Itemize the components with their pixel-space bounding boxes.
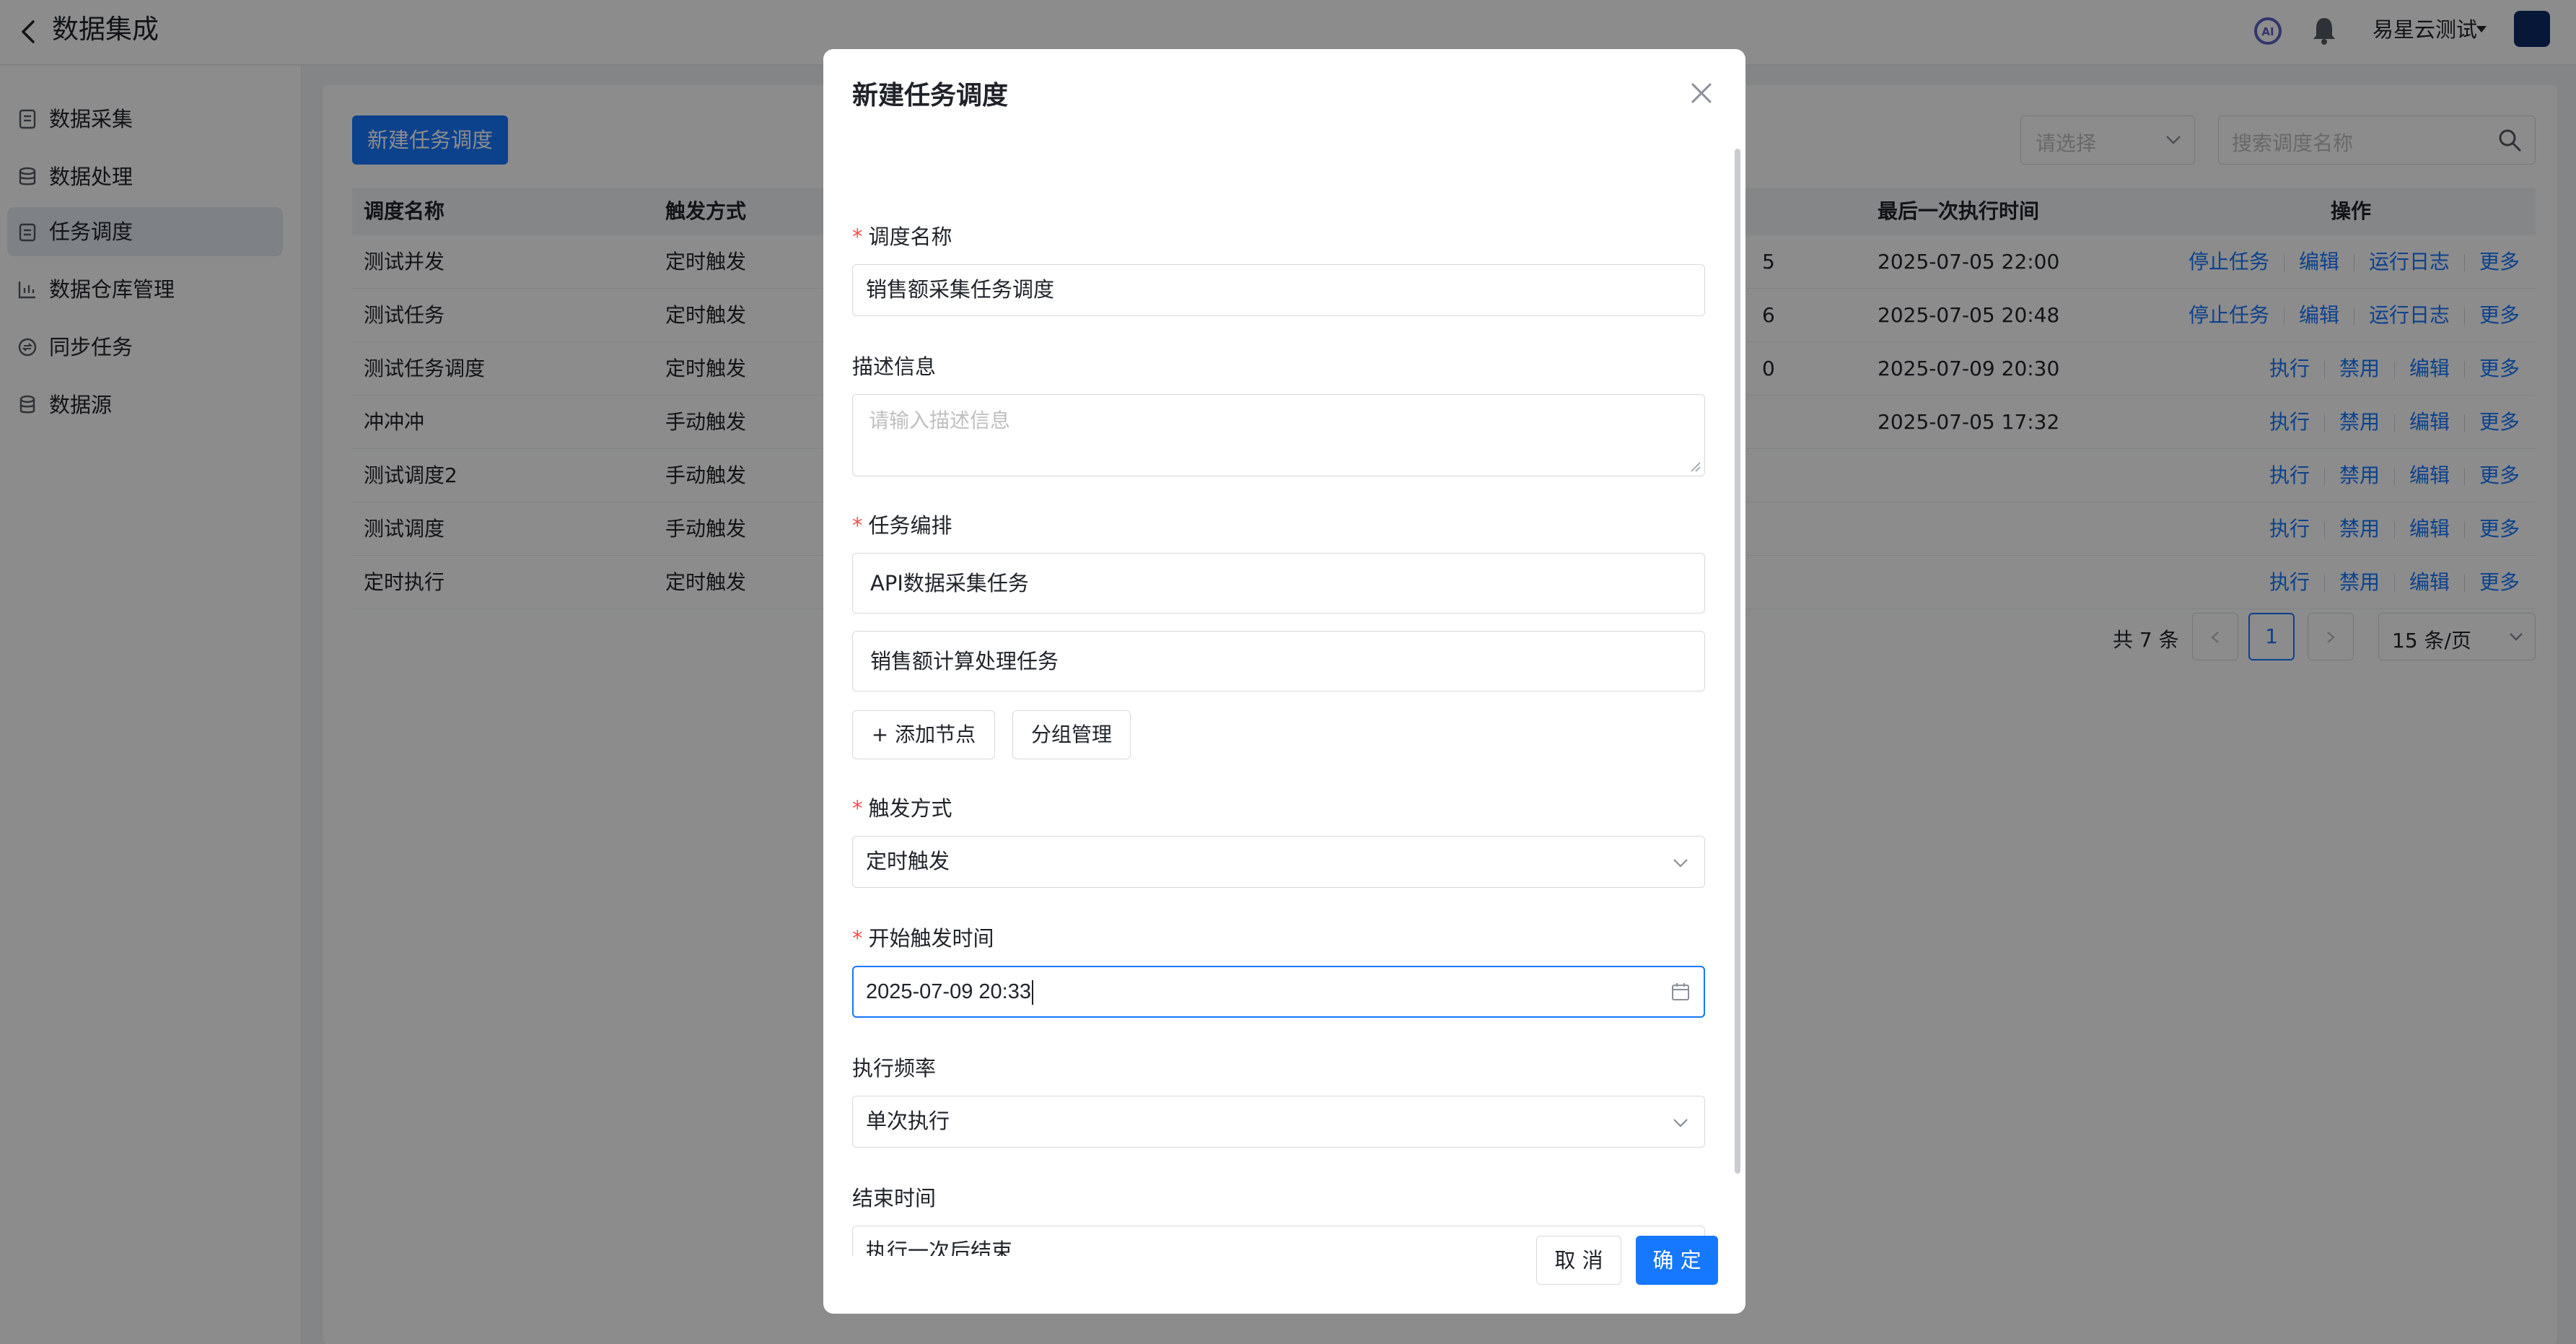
calendar-icon[interactable] bbox=[1670, 982, 1691, 1002]
chevron-down-icon bbox=[1673, 1119, 1688, 1127]
field-label-start-time: * 开始触发时间 bbox=[852, 926, 994, 951]
task-node[interactable]: API数据采集任务 bbox=[852, 553, 1705, 614]
frequency-select-value: 单次执行 bbox=[866, 1110, 950, 1133]
field-label-description: 描述信息 bbox=[852, 354, 937, 379]
required-mark: * bbox=[852, 926, 863, 951]
confirm-button[interactable]: 确 定 bbox=[1636, 1236, 1718, 1285]
modal-body: * 调度名称 销售额采集任务调度 描述信息 请输入描述信息 * 任务编排 API数据… bbox=[823, 143, 1745, 1256]
start-time-value: 2025-07-09 20:33 bbox=[866, 980, 1031, 1003]
description-textarea[interactable]: 请输入描述信息 bbox=[852, 394, 1705, 476]
modal-scrollbar[interactable] bbox=[1735, 149, 1740, 1174]
field-label-end-time: 结束时间 bbox=[852, 1186, 937, 1210]
add-node-button[interactable]: + 添加节点 bbox=[852, 710, 995, 759]
text-cursor bbox=[1031, 980, 1033, 1005]
plus-icon: + bbox=[871, 723, 889, 746]
cancel-button[interactable]: 取 消 bbox=[1536, 1236, 1621, 1285]
start-time-input[interactable]: 2025-07-09 20:33 bbox=[852, 966, 1705, 1018]
frequency-select[interactable]: 单次执行 bbox=[852, 1096, 1705, 1148]
resize-handle-icon[interactable] bbox=[1690, 461, 1701, 473]
schedule-name-input[interactable]: 销售额采集任务调度 bbox=[852, 264, 1705, 316]
group-manage-button[interactable]: 分组管理 bbox=[1012, 710, 1131, 759]
field-label-name: * 调度名称 bbox=[852, 224, 952, 249]
trigger-select-value: 定时触发 bbox=[866, 850, 950, 873]
close-icon[interactable] bbox=[1689, 81, 1714, 105]
new-schedule-modal: 新建任务调度 * 调度名称 销售额采集任务调度 描述信息 请输入描述信息 * 任务编… bbox=[823, 49, 1745, 1314]
chevron-down-icon bbox=[1673, 859, 1688, 868]
required-mark: * bbox=[852, 796, 863, 821]
field-label-frequency: 执行频率 bbox=[852, 1056, 937, 1081]
trigger-select[interactable]: 定时触发 bbox=[852, 836, 1705, 888]
required-mark: * bbox=[852, 224, 863, 249]
required-mark: * bbox=[852, 513, 863, 538]
task-node[interactable]: 销售额计算处理任务 bbox=[852, 631, 1705, 691]
field-label-arrangement: * 任务编排 bbox=[852, 513, 952, 538]
description-placeholder: 请输入描述信息 bbox=[869, 409, 1011, 432]
modal-title: 新建任务调度 bbox=[852, 81, 1009, 110]
field-label-trigger: * 触发方式 bbox=[852, 796, 952, 821]
